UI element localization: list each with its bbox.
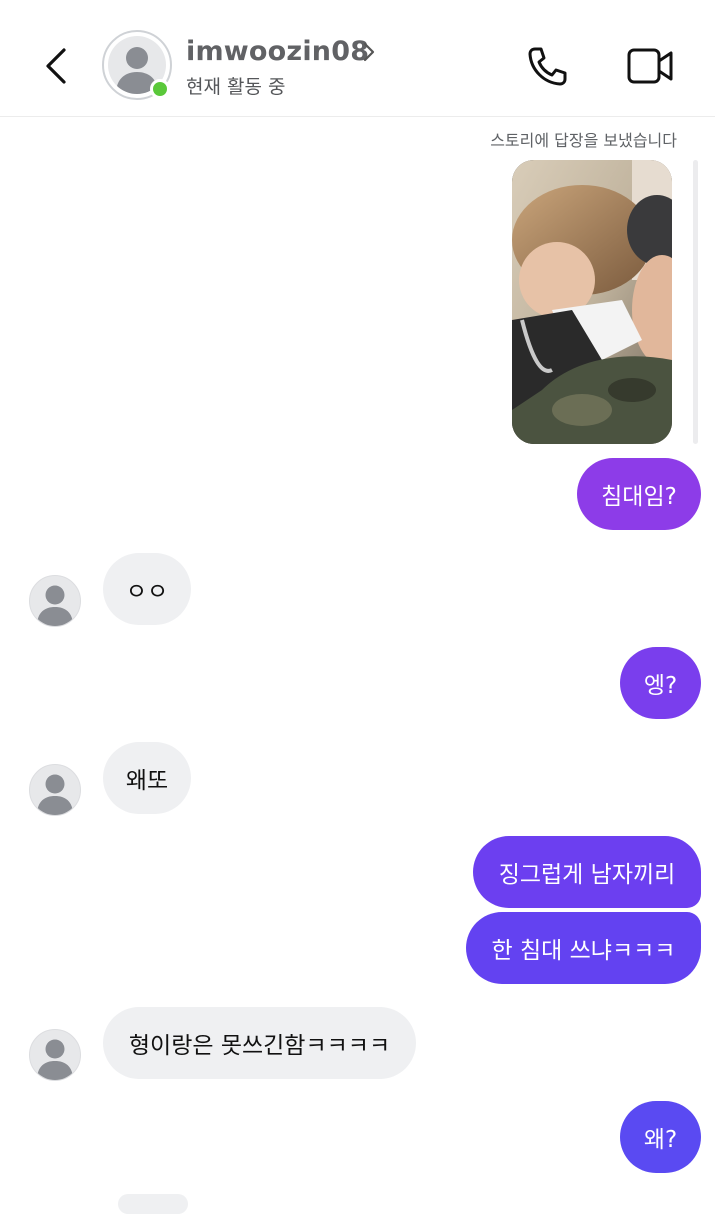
username[interactable]: imwoozin08 [186, 36, 369, 67]
video-call-button[interactable] [626, 44, 674, 88]
message-text: 한 침대 쓰냐ㅋㅋㅋ [491, 938, 676, 964]
message-outgoing[interactable]: 한 침대 쓰냐ㅋㅋㅋ [466, 912, 701, 984]
message-outgoing[interactable]: 침대임? [577, 458, 701, 530]
message-text: 징그럽게 남자끼리 [498, 862, 676, 888]
video-camera-icon [627, 48, 673, 84]
message-incoming[interactable]: 형이랑은 못쓰긴함ㅋㅋㅋㅋ [103, 1007, 416, 1079]
story-photo [512, 160, 672, 444]
default-avatar-icon [37, 585, 73, 626]
sender-avatar[interactable] [29, 575, 81, 627]
activity-status: 현재 활동 중 [186, 76, 286, 98]
message-outgoing[interactable]: 징그럽게 남자끼리 [473, 836, 701, 908]
partial-message-incoming [118, 1194, 188, 1214]
phone-icon [528, 47, 567, 86]
online-status-dot [150, 79, 170, 99]
voice-call-button[interactable] [524, 44, 570, 90]
message-text: ㅇㅇ [125, 579, 169, 605]
message-incoming[interactable]: 왜또 [103, 742, 191, 814]
chat-header: imwoozin08 현재 활동 중 [0, 0, 715, 117]
default-avatar-icon [37, 774, 73, 815]
message-text: 엥? [643, 673, 678, 699]
back-chevron-icon [46, 48, 66, 84]
message-text: 형이랑은 못쓰긴함ㅋㅋㅋㅋ [128, 1033, 391, 1059]
message-incoming[interactable]: ㅇㅇ [103, 553, 191, 625]
story-reply-note: 스토리에 답장을 보냈습니다 [490, 131, 677, 150]
default-avatar-icon [37, 1039, 73, 1080]
message-text: 왜? [643, 1127, 678, 1153]
story-scrollbar[interactable] [693, 160, 698, 444]
sender-avatar[interactable] [29, 764, 81, 816]
message-outgoing[interactable]: 왜? [620, 1101, 701, 1173]
message-text: 왜또 [125, 768, 169, 794]
back-button[interactable] [40, 44, 76, 88]
message-outgoing[interactable]: 엥? [620, 647, 701, 719]
story-thumbnail[interactable] [512, 160, 672, 444]
sender-avatar[interactable] [29, 1029, 81, 1081]
profile-chevron-icon[interactable] [360, 40, 378, 64]
message-text: 침대임? [601, 484, 677, 510]
